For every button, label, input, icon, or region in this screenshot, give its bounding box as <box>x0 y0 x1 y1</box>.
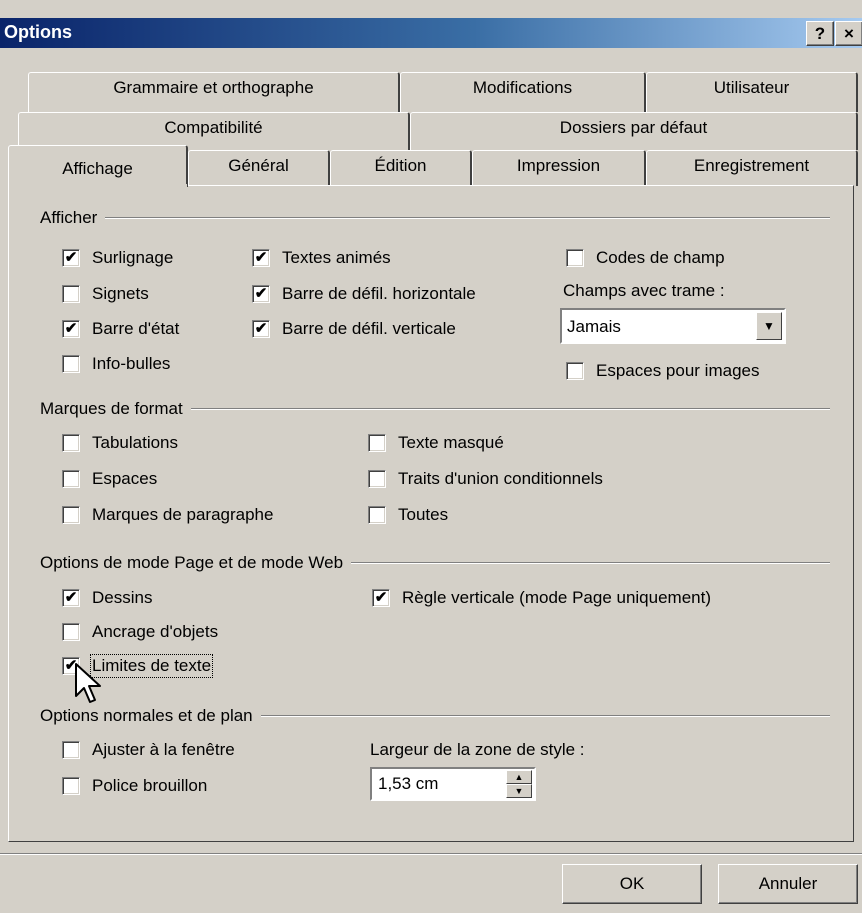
checkbox-barre-etat[interactable]: ✔ Barre d'état <box>62 318 179 340</box>
tab-dossiers[interactable]: Dossiers par défaut <box>410 112 858 150</box>
checkbox-ancrage-objets[interactable]: Ancrage d'objets <box>62 621 218 643</box>
tab-grammaire[interactable]: Grammaire et orthographe <box>28 72 400 112</box>
tab-modifications[interactable]: Modifications <box>400 72 646 112</box>
checkbox-empty-icon <box>368 434 386 452</box>
group-normales-plan: Options normales et de plan <box>40 706 830 726</box>
tab-edition[interactable]: Édition <box>330 150 472 186</box>
checkbox-empty-icon <box>368 470 386 488</box>
chevron-down-icon[interactable]: ▼ <box>756 312 782 340</box>
checkbox-empty-icon <box>62 741 80 759</box>
check-icon: ✔ <box>62 589 80 607</box>
checkbox-codes-champ[interactable]: Codes de champ <box>566 247 725 269</box>
checkbox-ajuster-fenetre[interactable]: Ajuster à la fenêtre <box>62 739 235 761</box>
checkbox-texte-masque[interactable]: Texte masqué <box>368 432 504 454</box>
title-bar: Options ? × <box>0 18 862 48</box>
checkbox-barre-verticale[interactable]: ✔ Barre de défil. verticale <box>252 318 456 340</box>
group-page-web-title: Options de mode Page et de mode Web <box>40 553 344 572</box>
group-normales-title: Options normales et de plan <box>40 706 253 725</box>
checkbox-empty-icon <box>566 249 584 267</box>
checkbox-surlignage[interactable]: ✔ Surlignage <box>62 247 173 269</box>
checkbox-toutes[interactable]: Toutes <box>368 504 448 526</box>
check-icon: ✔ <box>62 249 80 267</box>
checkbox-marques-paragraphe[interactable]: Marques de paragraphe <box>62 504 273 526</box>
dialog-title: Options <box>4 22 72 42</box>
checkbox-textes-animes[interactable]: ✔ Textes animés <box>252 247 391 269</box>
checkbox-empty-icon <box>62 777 80 795</box>
help-button[interactable]: ? <box>806 21 834 46</box>
check-icon: ✔ <box>252 320 270 338</box>
largeur-zone-style-spinner[interactable]: 1,53 cm ▲ ▼ <box>370 767 536 801</box>
largeur-zone-style-label: Largeur de la zone de style : <box>370 740 585 759</box>
checkbox-empty-icon <box>368 506 386 524</box>
close-button[interactable]: × <box>835 21 862 46</box>
checkbox-tabulations[interactable]: Tabulations <box>62 432 178 454</box>
check-icon: ✔ <box>252 285 270 303</box>
checkbox-regle-verticale[interactable]: ✔ Règle verticale (mode Page uniquement) <box>372 587 711 609</box>
tab-impression[interactable]: Impression <box>472 150 646 186</box>
checkbox-traits-union[interactable]: Traits d'union conditionnels <box>368 468 603 490</box>
checkbox-empty-icon <box>62 434 80 452</box>
spin-up-icon[interactable]: ▲ <box>506 770 532 784</box>
checkbox-barre-horizontale[interactable]: ✔ Barre de défil. horizontale <box>252 283 476 305</box>
largeur-zone-style-value: 1,53 cm <box>378 774 439 793</box>
tab-enregistrement[interactable]: Enregistrement <box>646 150 858 186</box>
checkbox-espaces[interactable]: Espaces <box>62 468 157 490</box>
champs-trame-value: Jamais <box>567 317 621 336</box>
mouse-cursor-icon <box>75 663 101 703</box>
checkbox-police-brouillon[interactable]: Police brouillon <box>62 775 207 797</box>
options-dialog: Options ? × Grammaire et orthographe Mod… <box>0 0 862 913</box>
group-marques-format: Marques de format <box>40 399 830 419</box>
group-marques-title: Marques de format <box>40 399 183 418</box>
tab-utilisateur[interactable]: Utilisateur <box>646 72 858 112</box>
group-page-web: Options de mode Page et de mode Web <box>40 553 830 573</box>
checkbox-empty-icon <box>62 623 80 641</box>
checkbox-info-bulles[interactable]: Info-bulles <box>62 353 170 375</box>
champs-trame-label: Champs avec trame : <box>563 281 725 300</box>
check-icon: ✔ <box>62 320 80 338</box>
group-afficher-title: Afficher <box>40 208 98 227</box>
tab-affichage[interactable]: Affichage <box>8 145 188 187</box>
champs-trame-select[interactable]: Jamais ▼ <box>560 308 786 344</box>
checkbox-empty-icon <box>62 470 80 488</box>
checkbox-empty-icon <box>62 506 80 524</box>
checkbox-empty-icon <box>62 285 80 303</box>
check-icon: ✔ <box>252 249 270 267</box>
spin-down-icon[interactable]: ▼ <box>506 784 532 798</box>
check-icon: ✔ <box>372 589 390 607</box>
checkbox-empty-icon <box>566 362 584 380</box>
footer-divider <box>0 853 862 855</box>
checkbox-espaces-images[interactable]: Espaces pour images <box>566 360 759 382</box>
checkbox-dessins[interactable]: ✔ Dessins <box>62 587 152 609</box>
group-afficher: Afficher <box>40 208 830 228</box>
checkbox-signets[interactable]: Signets <box>62 283 149 305</box>
ok-button[interactable]: OK <box>562 864 702 904</box>
checkbox-empty-icon <box>62 355 80 373</box>
tab-general[interactable]: Général <box>188 150 330 186</box>
cancel-button[interactable]: Annuler <box>718 864 858 904</box>
